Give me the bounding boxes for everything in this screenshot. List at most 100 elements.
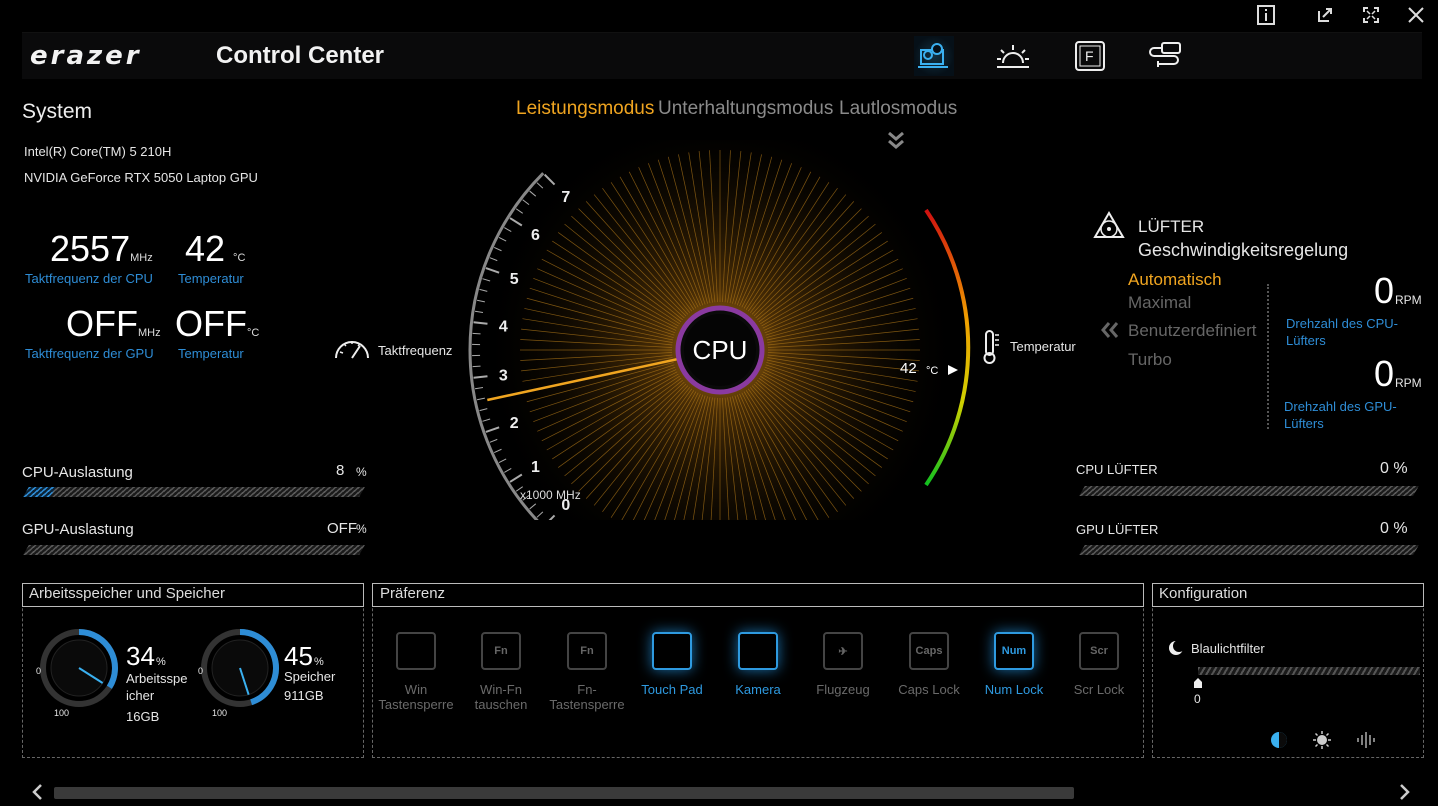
tab-unterhaltungsmodus[interactable]: Unterhaltungsmodus [658,98,833,120]
pref-item-5[interactable]: ✈Flugzeug [803,632,883,697]
pref-item-4[interactable]: Kamera [718,632,798,697]
cpu-model: Intel(R) Core(TM) 5 210H [24,144,171,159]
pref-label: Win [376,682,456,697]
cpu-gauge: 01234567 CPU 42 °C x1000 MHz [440,140,1000,520]
gpu-load-label: GPU-Auslastung [22,521,134,538]
horizontal-scrollbar[interactable] [54,787,1074,799]
freq-scale-tick [504,468,511,472]
system-heading: System [22,100,92,124]
freq-scale-label: 4 [499,319,508,336]
freq-scale-tick [537,183,543,188]
gauge-temp-label: Temperatur [1010,339,1076,354]
cpu-temp-label: Temperatur [178,271,244,286]
sun-icon[interactable] [1312,730,1332,755]
disk-gauge [195,628,285,718]
ram-gauge-max: 100 [54,708,69,718]
preference-panel-header [372,583,1144,607]
cpu-fan-rpm-label: Drehzahl des CPU- [1286,316,1398,331]
pref-item-7[interactable]: NumNum Lock [974,632,1054,697]
memory-panel-title: Arbeitsspeicher und Speicher [29,585,225,602]
scale-unit: x1000 MHz [520,488,581,502]
ram-label: Arbeitsspe [126,671,187,686]
restore-icon[interactable] [1313,3,1337,27]
gpu-freq-value: OFF [66,303,138,344]
fan-option-automatisch[interactable]: Automatisch [1128,270,1222,290]
gpu-fan-rpm-unit: RPM [1395,376,1422,390]
freq-scale-tick [473,366,481,367]
pref-item-8[interactable]: ScrScr Lock [1059,632,1139,697]
cpu-hub-label: CPU [693,335,748,365]
disk-gauge-min: 0 [198,666,203,676]
freq-scale-label: 7 [561,189,570,206]
freq-scale-tick [477,398,485,400]
bluelight-value: 0 [1194,692,1201,706]
gpu-fan-rpm-label: Drehzahl des GPU- [1284,399,1397,414]
cable-icon[interactable] [1146,36,1186,76]
gear-laptop-icon[interactable] [914,36,954,76]
pref-item-3[interactable]: Touch Pad [632,632,712,697]
freq-scale-tick [490,439,497,442]
double-chevron-left-icon[interactable] [1100,321,1120,344]
fan-icon [1092,210,1126,249]
freq-scale-tick [475,388,483,389]
touchpad-icon [652,632,692,670]
fullscreen-icon[interactable] [1359,3,1383,27]
ram-percent-unit: % [156,656,166,668]
preference-panel-title: Präferenz [380,585,445,602]
night-mode-icon[interactable] [1270,731,1288,754]
pref-item-0[interactable]: WinTastensperre [376,632,456,712]
ram-label-2: icher [126,688,154,703]
brightness-icon[interactable] [993,36,1033,76]
freq-scale-label: 2 [510,415,519,432]
bluelight-slider[interactable] [1198,667,1420,675]
fan-option-turbo[interactable]: Turbo [1128,350,1172,370]
gauge-temp-value: 42 [900,360,917,377]
tab-lautlosmodus[interactable]: Lautlosmodus [839,98,957,120]
pref-label-2: Tastensperre [376,697,456,712]
freq-scale-tick [473,333,481,334]
ram-gauge [34,628,124,718]
cpu-load-label: CPU-Auslastung [22,464,133,481]
pref-label: Touch Pad [632,682,712,697]
pref-item-2[interactable]: FnFn-Tastensperre [547,632,627,712]
pref-label-2: Tastensperre [547,697,627,712]
cpu-freq-label: Taktfrequenz der CPU [25,271,153,286]
close-icon[interactable] [1404,3,1428,27]
freq-scale-tick [494,449,501,452]
freq-scale-tick [480,289,488,291]
tab-leistungsmodus[interactable]: Leistungsmodus [516,98,654,120]
disk-percent: 45 [284,641,313,672]
fn-key-icon[interactable]: F [1070,36,1110,76]
gpu-fan-rpm-value: 0 [1374,353,1394,395]
gauge-freq-label: Taktfrequenz [378,343,452,358]
win-fn-swap-icon: Fn [481,632,521,670]
info-icon[interactable] [1254,3,1278,27]
bluelight-label: Blaulichtfilter [1191,641,1265,656]
gpu-temp-value: OFF [175,303,247,344]
brand-logo: erazer [30,41,142,71]
cpu-fan-bar [1079,486,1419,496]
freq-scale-tick [490,258,497,261]
moon-icon [1168,640,1184,661]
sound-wave-icon[interactable] [1356,730,1378,755]
pref-label: Win-Fn [461,682,541,697]
gpu-temp-label: Temperatur [178,346,244,361]
cpu-load-value: 8 [336,462,344,479]
gpu-freq-unit: MHz [138,327,161,339]
freq-scale-tick [499,237,506,241]
disk-size: 911GB [284,688,324,703]
app-title: Control Center [216,42,384,70]
freq-scale-tick [537,512,543,517]
fan-option-benutzerdefiniert[interactable]: Benutzerdefiniert [1128,321,1257,341]
fan-subtitle: Geschwindigkeitsregelung [1138,240,1348,261]
cpu-temp-unit: °C [233,252,245,264]
gpu-temp-unit: °C [247,327,259,339]
gpu-fan-rpm-label-2: Lüfters [1284,416,1324,431]
cpu-load-unit: % [356,465,367,479]
pref-item-1[interactable]: FnWin-Fntauschen [461,632,541,712]
fan-option-maximal[interactable]: Maximal [1128,293,1191,313]
speedometer-icon [332,330,372,367]
pref-item-6[interactable]: CapsCaps Lock [889,632,969,697]
freq-scale-tick [516,209,523,214]
pref-label: Scr Lock [1059,682,1139,697]
